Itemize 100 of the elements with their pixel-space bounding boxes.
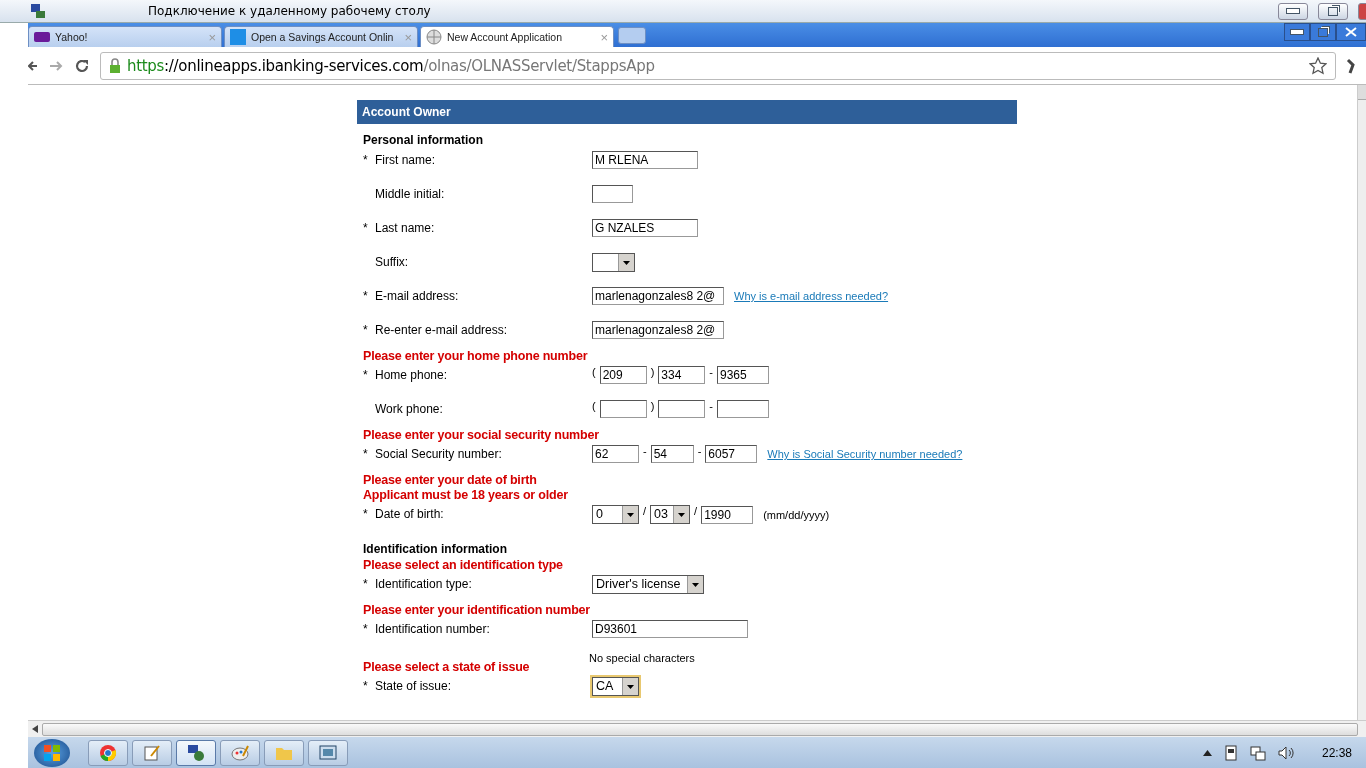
scroll-left-icon[interactable] [32,725,38,733]
required-marker: * [363,577,369,593]
required-marker: * [363,221,369,237]
minimize-button[interactable] [1284,23,1310,41]
input-field[interactable]: 209 [599,366,647,384]
separator-text: ) [650,400,655,412]
palette-icon [231,743,249,762]
required-marker: * [363,679,369,695]
input-field[interactable]: marlenagonzales8 2@ [592,321,724,339]
error-message: Please select an identification type [362,558,564,573]
field-label: Identification number: [375,622,490,638]
restore-button[interactable] [1310,23,1336,41]
input-field[interactable] [599,400,647,418]
screen-app-button[interactable] [308,739,348,766]
error-message: Please enter your identification number [362,603,591,618]
error-message: Please enter your date of birth [362,473,538,488]
input-field[interactable]: 9365 [717,366,769,384]
error-message: Applicant must be 18 years or older [362,488,569,503]
dropdown[interactable]: Driver's license [592,575,704,594]
input-field[interactable]: G NZALES [592,219,698,237]
browser-tab[interactable]: Yahoo! × [28,26,222,47]
input-field[interactable] [717,400,769,418]
dropdown[interactable]: CA [592,677,639,696]
window-title: Подключение к удаленному рабочему столу [148,4,431,18]
volume-icon[interactable] [1277,744,1294,761]
back-icon[interactable] [28,58,38,73]
input-field[interactable]: marlenagonzales8 2@ [592,287,724,305]
clock[interactable]: 22:38 [1321,745,1352,760]
close-icon [1345,27,1357,37]
field-label: Re-enter e-mail address: [375,323,508,339]
dropdown[interactable]: 03 [650,505,691,524]
caret-icon [692,582,699,587]
computer-icon [187,743,205,762]
caret-icon [627,684,634,689]
field-label: Work phone: [375,402,443,418]
start-button[interactable] [34,738,70,767]
restore-button[interactable] [1318,2,1348,20]
star-icon[interactable] [1309,56,1327,75]
separator-text: - [697,445,702,457]
windows-logo [42,742,62,763]
computer-icon [30,3,46,19]
tray-arrow-icon[interactable] [1202,749,1212,756]
required-marker: * [363,289,369,305]
reload-icon[interactable] [74,57,90,74]
error-message: Please select a state of issue [362,660,531,675]
device-icon[interactable] [1223,744,1238,761]
minimize-button[interactable] [1278,2,1308,20]
close-button[interactable] [1336,23,1366,41]
square-icon [230,29,246,45]
browser-tab[interactable]: New Account Application × [420,26,614,47]
required-marker: * [363,153,369,169]
input-field[interactable] [592,185,633,203]
chrome-app-button[interactable] [88,739,128,766]
separator-text: / [694,505,698,517]
required-marker: * [363,447,369,463]
help-link[interactable]: Why is e-mail address needed? [734,290,889,302]
input-field[interactable]: 6057 [705,445,758,463]
required-marker: * [363,507,369,523]
input-field[interactable]: M RLENA [592,151,698,169]
caret-icon [678,512,686,517]
required-marker: * [363,368,369,384]
field-label: Date of birth: [375,507,444,523]
separator-text: / [643,505,647,517]
separator-text: - [709,400,713,412]
field-label: First name: [375,153,435,169]
field-label: Social Security number: [375,447,502,463]
field-label: Identification type: [375,577,472,593]
network-icon[interactable] [1249,744,1266,761]
separator-text: ) [650,366,655,378]
error-message: Please enter your social security number [362,428,600,443]
browser-tab[interactable]: Open a Savings Account Onlin × [224,26,418,47]
lock-icon [109,58,121,73]
caret-icon [627,512,634,517]
field-note: No special characters [589,652,696,664]
section-title: Identification information [362,541,508,558]
dropdown[interactable]: 0 [592,505,639,524]
input-field[interactable] [658,400,706,418]
dropdown[interactable] [592,253,635,272]
input-field[interactable]: D93601 [592,620,748,638]
field-label: Home phone: [375,368,448,384]
input-field[interactable]: 334 [658,366,706,384]
field-label: Last name: [375,221,435,237]
required-marker: * [363,622,369,638]
help-link[interactable]: Why is Social Security number needed? [767,448,963,460]
globe-icon [426,29,442,45]
required-marker: * [363,323,369,339]
separator-text: - [643,445,647,457]
input-field[interactable]: 1990 [701,505,754,524]
field-label: E-mail address: [375,289,459,305]
close-button[interactable] [1358,2,1366,20]
input-field[interactable]: 54 [650,445,694,463]
error-message: Please enter your home phone number [362,349,589,364]
format-hint: (mm/dd/yyyy) [763,508,830,521]
input-field[interactable]: 62 [592,445,639,463]
remote-app-button[interactable] [176,739,216,766]
chrome-icon [99,743,117,762]
field-label: State of issue: [375,679,452,695]
notepad-icon [143,743,161,762]
address-bar[interactable]: https://onlineapps.ibanking-services.com/olnas/OLNASServlet/StappsApp [100,51,1336,80]
separator-text: ( [592,400,596,412]
